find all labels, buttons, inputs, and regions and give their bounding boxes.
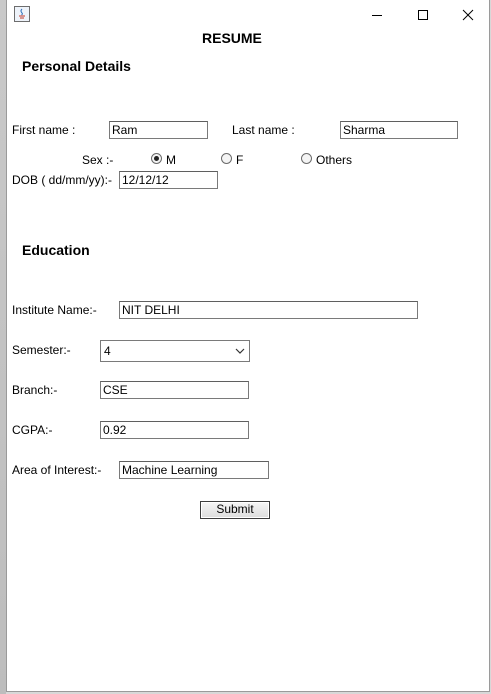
radio-selected-dot: [154, 156, 159, 161]
institute-field[interactable]: NIT DELHI: [119, 301, 418, 319]
java-icon[interactable]: [14, 6, 30, 22]
institute-label: Institute Name:-: [12, 303, 97, 317]
branch-field[interactable]: CSE: [100, 381, 249, 399]
education-heading: Education: [22, 242, 90, 258]
cgpa-label: CGPA:-: [12, 423, 53, 437]
last-name-field[interactable]: Sharma: [340, 121, 458, 139]
semester-dropdown[interactable]: 4: [100, 340, 250, 362]
resume-window: RESUME Personal Details First name : Ram…: [6, 0, 490, 692]
submit-button[interactable]: Submit: [200, 501, 270, 519]
first-name-field[interactable]: Ram: [109, 121, 208, 139]
chevron-down-icon: [235, 348, 245, 354]
close-button[interactable]: [445, 0, 491, 30]
area-of-interest-field[interactable]: Machine Learning: [119, 461, 269, 479]
minimize-button[interactable]: [354, 0, 400, 30]
page-title: RESUME: [202, 30, 262, 46]
semester-selected-value: 4: [104, 344, 111, 358]
title-bar[interactable]: [7, 0, 489, 30]
sex-option-others-label[interactable]: Others: [316, 153, 352, 167]
sex-option-m-label[interactable]: M: [166, 153, 176, 167]
branch-label: Branch:-: [12, 383, 58, 397]
sex-radio-others[interactable]: [301, 153, 312, 164]
minimize-icon: [372, 15, 382, 16]
area-of-interest-label: Area of Interest:-: [12, 463, 102, 477]
maximize-button[interactable]: [400, 0, 446, 30]
dob-label: DOB ( dd/mm/yy):-: [12, 173, 113, 187]
sex-radio-m[interactable]: [151, 153, 162, 164]
sex-label: Sex :-: [82, 153, 114, 167]
maximize-icon: [418, 10, 428, 20]
cgpa-field[interactable]: 0.92: [100, 421, 249, 439]
last-name-label: Last name :: [232, 123, 295, 137]
close-icon: [462, 9, 474, 21]
personal-details-heading: Personal Details: [22, 58, 131, 74]
first-name-label: First name :: [12, 123, 76, 137]
dob-field[interactable]: 12/12/12: [119, 171, 218, 189]
sex-option-f-label[interactable]: F: [236, 153, 243, 167]
semester-label: Semester:-: [12, 343, 71, 357]
sex-radio-f[interactable]: [221, 153, 232, 164]
